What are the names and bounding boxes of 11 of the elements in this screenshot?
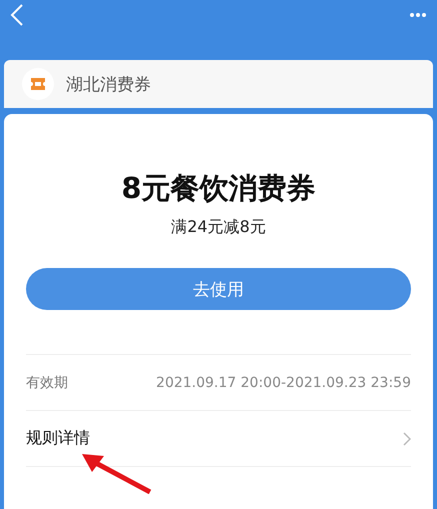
- field-label: 有效期: [26, 374, 68, 392]
- coupon-condition: 满24元减8元: [170, 217, 267, 238]
- annotation-arrow: [80, 452, 152, 494]
- more-icon[interactable]: [409, 12, 427, 18]
- back-icon[interactable]: [10, 4, 24, 26]
- chevron-icon: [403, 432, 411, 446]
- validity-period: 2021.09.17 20:00-2021.09.23 23:59: [156, 374, 411, 390]
- ticket-icon: [22, 68, 54, 100]
- header-title: 湖北消费券: [66, 74, 151, 96]
- coupon-name: 8元餐饮消费券: [120, 170, 317, 207]
- row-label: 规则详情: [26, 428, 90, 449]
